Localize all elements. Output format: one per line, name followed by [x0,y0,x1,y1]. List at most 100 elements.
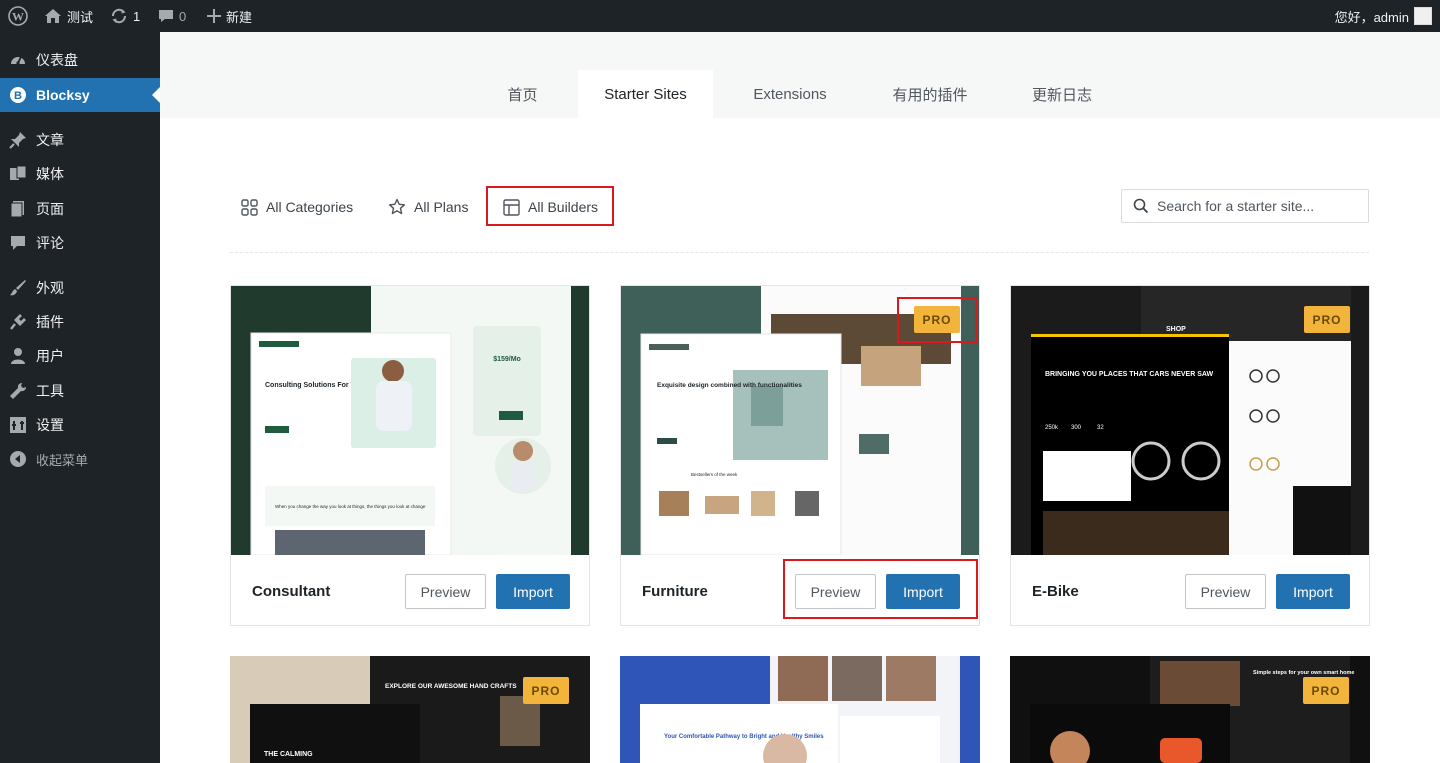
admin-bar: W 测试 1 0 新建 您好，admin [0,0,1440,32]
home-icon [45,9,61,23]
comments-count: 0 [179,8,187,24]
sidebar-item-blocksy[interactable]: B Blocksy [0,78,160,112]
sidebar-item-label: 页面 [36,201,64,217]
comments-link[interactable]: 0 [158,0,186,32]
sidebar-item-appearance[interactable]: 外观 [0,271,160,305]
site-name: Furniture [642,583,708,600]
starter-site-thumbnail-row2-3[interactable]: Simple steps for your own smart home PRO [1010,656,1370,763]
import-button[interactable]: Import [1276,574,1350,609]
pin-icon [0,131,36,149]
row2-c-headline: Simple steps for your own smart home [1253,670,1354,676]
sidebar-item-label: 收起菜单 [36,452,89,468]
sidebar-item-tools[interactable]: 工具 [0,374,160,408]
sidebar-item-comments[interactable]: 评论 [0,226,160,260]
sidebar-item-label: Blocksy [36,87,90,103]
import-button[interactable]: Import [496,574,570,609]
e-bike-headline: BRINGING YOU PLACES THAT CARS NEVER SAW [1045,371,1214,378]
comment-icon [0,234,36,252]
updates-count: 1 [133,8,141,24]
site-name: E-Bike [1032,583,1079,600]
media-icon [0,165,36,183]
update-icon [111,8,127,24]
dashboard-tabs: 首页 Starter Sites Extensions 有用的插件 更新日志 [160,32,1440,118]
buttons-highlight-box [783,559,978,619]
row2-a-headline: EXPLORE OUR AWESOME HAND CRAFTS [385,683,517,690]
tab-extensions[interactable]: Extensions [740,70,840,118]
consultant-sub: When you change the way you look at thin… [275,504,426,509]
site-name: 测试 [67,9,94,25]
site-thumbnail[interactable]: $159/Mo Consulting Solutions For Your Bu… [231,286,589,555]
row2-a-sub: THE CALMING [264,751,313,758]
sidebar-item-posts[interactable]: 文章 [0,123,160,157]
sidebar-item-pages[interactable]: 页面 [0,192,160,226]
tab-starter-sites[interactable]: Starter Sites [578,70,713,118]
sidebar-item-label: 工具 [36,383,64,399]
site-name-link[interactable]: 测试 [44,0,93,32]
svg-text:B: B [14,90,22,102]
e-bike-stat-3: 32 [1097,425,1104,431]
sidebar-item-label: 仪表盘 [36,52,78,68]
pro-highlight-box [897,297,977,343]
search-input[interactable] [1157,198,1357,214]
e-bike-shop: SHOP [1166,326,1186,333]
pro-badge: PRO [523,677,569,704]
brush-icon [0,279,36,297]
dashboard-icon [0,51,36,69]
sidebar-item-plugins[interactable]: 插件 [0,305,160,339]
sidebar-item-label: 文章 [36,132,64,148]
preview-button[interactable]: Preview [405,574,486,609]
starter-site-thumbnail-row2-2[interactable]: Your Comfortable Pathway to Bright and H… [620,656,980,763]
sidebar-item-dashboard[interactable]: 仪表盘 [0,43,160,77]
plus-icon [207,9,221,23]
sidebar-item-users[interactable]: 用户 [0,339,160,373]
sidebar-item-label: 插件 [36,314,64,330]
e-bike-stat-1: 250k [1045,425,1059,431]
starter-site-card-consultant: $159/Mo Consulting Solutions For Your Bu… [230,285,590,626]
plugin-icon [0,313,36,331]
my-account-link[interactable]: 您好，admin [1335,0,1432,32]
collapse-icon [0,450,36,468]
furniture-section: Bestsellers of the week [691,472,738,477]
sidebar-item-label: 媒体 [36,166,64,182]
new-content-link[interactable]: 新建 [207,0,252,32]
builders-highlight-box [486,186,614,226]
settings-icon [0,416,36,434]
tab-home[interactable]: 首页 [480,70,565,118]
sidebar-item-label: 外观 [36,280,64,296]
categories-filter-label: All Categories [266,199,354,215]
categories-filter[interactable]: All Categories [241,189,353,225]
starter-site-card-e-bike: SHOP BRINGING YOU PLACES THAT CARS NEVER… [1010,285,1370,626]
starter-site-thumbnail-row2-1[interactable]: EXPLORE OUR AWESOME HAND CRAFTS THE CALM… [230,656,590,763]
pro-badge: PRO [1303,677,1349,704]
search-box[interactable] [1121,189,1369,223]
row2-b-headline: Your Comfortable Pathway to Bright and H… [664,734,824,740]
tab-changelog[interactable]: 更新日志 [1018,70,1106,118]
grid-icon [241,198,258,216]
collapse-menu-button[interactable]: 收起菜单 [0,442,160,476]
admin-sidebar: 仪表盘 B Blocksy 文章 媒体 页面 评论 外观 插件 用户 工具 设置 [0,32,160,763]
wrench-icon [0,382,36,400]
greeting: 您好，admin [1334,9,1409,25]
comment-icon [159,10,173,22]
page-icon [0,200,36,218]
sidebar-item-label: 评论 [36,235,64,251]
wordpress-logo-icon[interactable]: W [8,0,28,32]
plans-filter-label: All Plans [414,199,469,215]
furniture-headline: Exquisite design combined with functiona… [657,382,802,389]
sidebar-item-settings[interactable]: 设置 [0,408,160,442]
user-icon [0,347,36,365]
sidebar-item-media[interactable]: 媒体 [0,157,160,191]
plans-filter[interactable]: All Plans [388,189,468,225]
sidebar-item-label: 用户 [36,348,64,364]
star-icon [388,198,406,215]
pro-badge: PRO [1304,306,1350,333]
search-icon [1133,198,1149,214]
svg-text:W: W [12,10,24,24]
tab-useful-plugins[interactable]: 有用的插件 [878,70,982,118]
updates-link[interactable]: 1 [110,0,140,32]
blocksy-icon: B [0,86,36,104]
e-bike-stat-2: 300 [1071,425,1082,431]
sidebar-item-label: 设置 [36,417,64,433]
avatar [1414,7,1432,25]
preview-button[interactable]: Preview [1185,574,1266,609]
